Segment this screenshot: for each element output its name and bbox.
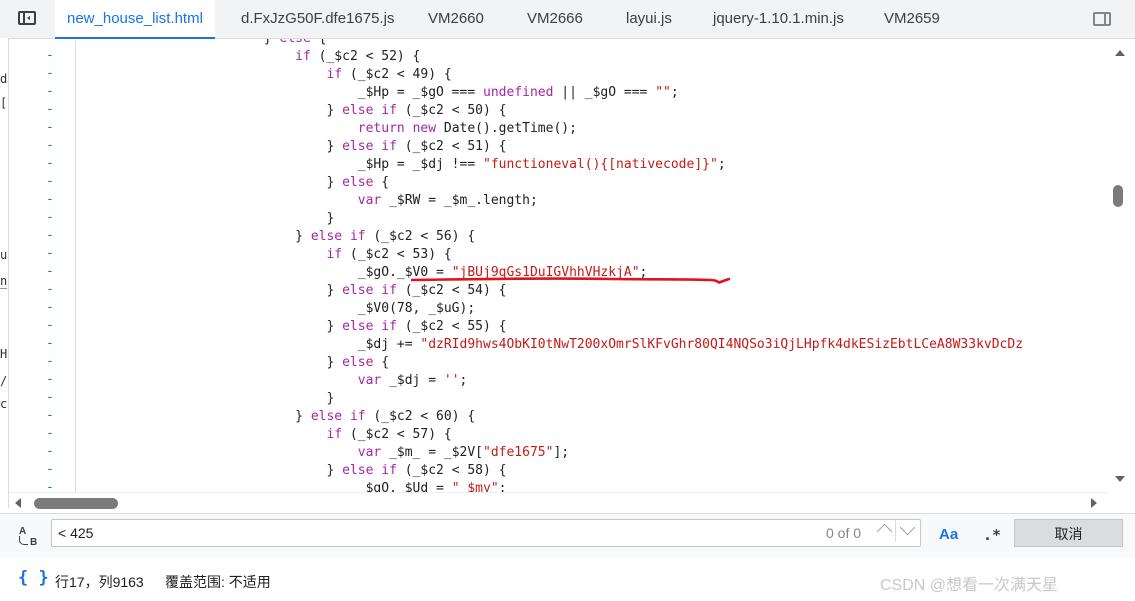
gutter-marker[interactable]: - [46, 120, 54, 135]
left-panel-char: c [0, 397, 8, 411]
tab-new-house-list[interactable]: new_house_list.html [55, 0, 215, 39]
code-line[interactable]: } else { [76, 39, 327, 48]
vertical-scrollbar[interactable] [1108, 39, 1135, 492]
left-panel-char: d [0, 72, 8, 86]
gutter-marker[interactable]: - [46, 282, 54, 297]
code-line[interactable]: var _$m_ = _$2V["dfe1675"]; [76, 444, 569, 462]
gutter-marker[interactable]: - [46, 84, 54, 99]
status-bar: { } 行17，列9163 覆盖范围: 不适用 CSDN @想看一次满天星 [0, 558, 1135, 601]
gutter-marker[interactable]: - [46, 336, 54, 351]
code-line[interactable]: } else { [76, 174, 389, 192]
tab-vm2659[interactable]: VM2659 [884, 0, 940, 38]
code-line[interactable]: return new Date().getTime(); [76, 120, 577, 138]
tab-vm2666[interactable]: VM2666 [527, 0, 583, 38]
line-gutter[interactable]: - - - - - - - - - - - - - - - - - - - - - - - - - - [9, 39, 76, 492]
cancel-button[interactable]: 取消 [1014, 519, 1123, 547]
tab-bar: new_house_list.html d.FxJzG50F.dfe1675.j… [0, 0, 1135, 39]
tab-layui-js[interactable]: layui.js [626, 0, 672, 38]
tab-dfe1675-js[interactable]: d.FxJzG50F.dfe1675.js [241, 0, 394, 38]
gutter-marker[interactable]: - [46, 102, 54, 117]
code-line[interactable]: var _$dj = ''; [76, 372, 468, 390]
gutter-marker[interactable]: - [46, 462, 54, 477]
vertical-scroll-thumb[interactable] [1113, 185, 1123, 207]
code-line[interactable]: } else { [76, 354, 389, 372]
gutter-marker[interactable]: - [46, 39, 54, 45]
left-panel-edge: d [ u n H / c [0, 38, 9, 508]
code-line[interactable]: if (_$c2 < 49) { [76, 66, 451, 84]
replace-toggle-icon[interactable]: AB [19, 526, 41, 548]
code-line[interactable]: if (_$c2 < 57) { [76, 426, 451, 444]
search-bar: AB < 425 0 of 0 Aa .* 取消 [0, 513, 1135, 559]
left-panel-char: H [0, 347, 8, 361]
horizontal-scroll-thumb[interactable] [34, 498, 118, 509]
code-line[interactable]: _$Hp = _$dj !== "functioneval(){[nativec… [76, 156, 726, 174]
gutter-marker[interactable]: - [46, 300, 54, 315]
horizontal-scrollbar[interactable] [9, 492, 1108, 513]
red-underline-annotation [411, 277, 731, 284]
watermark: CSDN @想看一次满天星 [880, 577, 1059, 594]
left-panel-char: / [0, 374, 8, 388]
code-line[interactable]: _$gO._$Ud = "_$my"; [76, 480, 507, 492]
code-line[interactable]: var _$RW = _$m_.length; [76, 192, 538, 210]
code-content[interactable]: } else { if (_$c2 < 52) { if (_$c2 < 49)… [76, 39, 1116, 492]
match-case-button[interactable]: Aa [939, 526, 958, 543]
gutter-marker[interactable]: - [46, 408, 54, 423]
gutter-marker[interactable]: - [46, 390, 54, 405]
code-line[interactable]: } else if (_$c2 < 55) { [76, 318, 506, 336]
left-panel-char: n [0, 274, 8, 289]
left-panel-char: u [0, 248, 8, 262]
code-line[interactable]: _$dj += "dzRId9hws4ObKI0tNwT200xOmrSlKFv… [76, 336, 1023, 354]
code-line[interactable]: } else if (_$c2 < 51) { [76, 138, 506, 156]
code-line[interactable]: } else if (_$c2 < 60) { [76, 408, 475, 426]
tab-jquery-js[interactable]: jquery-1.10.1.min.js [713, 0, 844, 38]
gutter-marker[interactable]: - [46, 480, 54, 492]
regex-button[interactable]: .* [983, 526, 1001, 544]
code-line[interactable]: } else if (_$c2 < 50) { [76, 102, 506, 120]
scroll-up-icon[interactable] [1115, 50, 1125, 56]
code-editor[interactable]: - - - - - - - - - - - - - - - - - - - - - - - - - - } else { if (… [9, 39, 1135, 492]
tab-vm2660[interactable]: VM2660 [428, 0, 484, 38]
gutter-marker[interactable]: - [46, 318, 54, 333]
code-line[interactable]: _$Hp = _$gO === undefined || _$gO === ""… [76, 84, 679, 102]
gutter-marker[interactable]: - [46, 444, 54, 459]
scroll-left-icon[interactable] [15, 498, 21, 508]
code-line[interactable]: } else if (_$c2 < 56) { [76, 228, 475, 246]
gutter-marker[interactable]: - [46, 138, 54, 153]
gutter-marker[interactable]: - [46, 174, 54, 189]
toggle-navigator-icon[interactable] [18, 11, 36, 25]
toggle-debugger-icon[interactable] [1093, 12, 1111, 26]
search-input[interactable]: < 425 [51, 519, 921, 547]
gutter-marker[interactable]: - [46, 354, 54, 369]
scroll-down-icon[interactable] [1115, 476, 1125, 482]
gutter-marker[interactable]: - [46, 426, 54, 441]
gutter-marker[interactable]: - [46, 264, 54, 279]
code-line[interactable]: } else if (_$c2 < 58) { [76, 462, 506, 480]
divider [895, 520, 896, 542]
code-line[interactable]: if (_$c2 < 53) { [76, 246, 451, 264]
gutter-marker[interactable]: - [46, 246, 54, 261]
gutter-marker[interactable]: - [46, 48, 54, 63]
gutter-marker[interactable]: - [46, 210, 54, 225]
gutter-marker[interactable]: - [46, 228, 54, 243]
code-line[interactable]: if (_$c2 < 52) { [76, 48, 420, 66]
code-line[interactable]: } [76, 210, 334, 228]
match-count: 0 of 0 [826, 525, 862, 541]
code-line[interactable]: _$V0(78, _$uG); [76, 300, 475, 318]
left-panel-char: [ [0, 96, 8, 110]
coverage-status: 覆盖范围: 不适用 [165, 574, 271, 590]
gutter-marker[interactable]: - [46, 192, 54, 207]
cursor-position: 行17，列9163 [55, 574, 144, 590]
gutter-marker[interactable]: - [46, 156, 54, 171]
scroll-right-icon[interactable] [1091, 498, 1097, 508]
code-line[interactable]: } [76, 390, 334, 408]
gutter-marker[interactable]: - [46, 372, 54, 387]
pretty-print-icon[interactable]: { } [18, 568, 49, 588]
gutter-marker[interactable]: - [46, 66, 54, 81]
